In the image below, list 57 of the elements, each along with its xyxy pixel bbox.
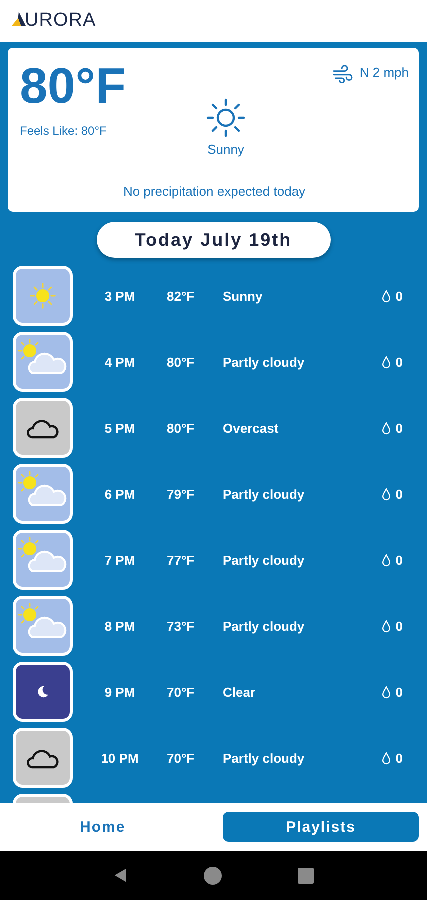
- recents-icon[interactable]: [298, 868, 314, 884]
- hour-temperature: 73°F: [167, 618, 196, 634]
- hour-condition: Clear: [223, 684, 257, 700]
- hour-condition: Partly cloudy: [223, 618, 306, 634]
- hour-time: 4 PM: [104, 354, 136, 370]
- logo-icon: [12, 11, 26, 27]
- hour-temperature: 70°F: [167, 684, 196, 700]
- hour-time: 6 PM: [104, 486, 136, 502]
- nav-tab[interactable]: Home: [40, 812, 166, 842]
- precipitation-amount: 0: [396, 750, 403, 766]
- raindrop-icon: [382, 422, 391, 434]
- home-icon[interactable]: [202, 866, 223, 886]
- raindrop-icon: [382, 620, 391, 632]
- sun-icon: [206, 98, 246, 138]
- raindrop-icon: [382, 752, 391, 764]
- hour-time: 3 PM: [104, 288, 136, 304]
- raindrop-icon: [382, 554, 391, 566]
- precipitation-amount: 0: [396, 618, 403, 634]
- raindrop-icon: [382, 290, 391, 302]
- date-label: Today July 19th: [96, 222, 330, 258]
- hour-condition: Partly cloudy: [223, 354, 306, 370]
- hour-time: 10 PM: [100, 750, 140, 766]
- hour-condition: Overcast: [223, 420, 280, 436]
- precipitation-amount: 0: [396, 288, 403, 304]
- hour-time: 8 PM: [104, 618, 136, 634]
- back-icon[interactable]: [112, 868, 128, 883]
- logo-text: URORA: [25, 10, 96, 32]
- raindrop-icon: [382, 686, 391, 698]
- hour-time: 5 PM: [104, 420, 136, 436]
- hour-temperature: 70°F: [167, 750, 196, 766]
- hour-time: 7 PM: [104, 552, 136, 568]
- condition-label: Sunny: [208, 142, 244, 157]
- precipitation-amount: 0: [396, 684, 403, 700]
- hour-temperature: 77°F: [167, 552, 196, 568]
- feels-like: Feels Like: 80°F: [20, 124, 108, 138]
- hour-temperature: 79°F: [167, 486, 196, 502]
- precipitation-amount: 0: [396, 354, 403, 370]
- hour-condition: Partly cloudy: [223, 552, 306, 568]
- hour-temperature: 80°F: [167, 420, 196, 436]
- wind-label: N 2 mph: [360, 65, 409, 80]
- hour-condition: Sunny: [223, 288, 264, 304]
- sun-icon: [29, 282, 57, 310]
- precipitation-message: No precipitation expected today: [123, 184, 306, 199]
- temperature: 80°F: [20, 58, 128, 114]
- hour-temperature: 82°F: [167, 288, 196, 304]
- hour-temperature: 80°F: [167, 354, 196, 370]
- hour-time: 9 PM: [104, 684, 136, 700]
- precipitation-amount: 0: [396, 420, 403, 436]
- nav-tab[interactable]: Playlists: [223, 812, 419, 842]
- moon-icon: [36, 685, 50, 699]
- hour-condition: Partly cloudy: [223, 486, 306, 502]
- wind-icon: [332, 65, 354, 83]
- hour-condition: Partly cloudy: [223, 750, 306, 766]
- precipitation-amount: 0: [396, 486, 403, 502]
- precipitation-amount: 0: [396, 552, 403, 568]
- raindrop-icon: [382, 488, 391, 500]
- raindrop-icon: [382, 356, 391, 368]
